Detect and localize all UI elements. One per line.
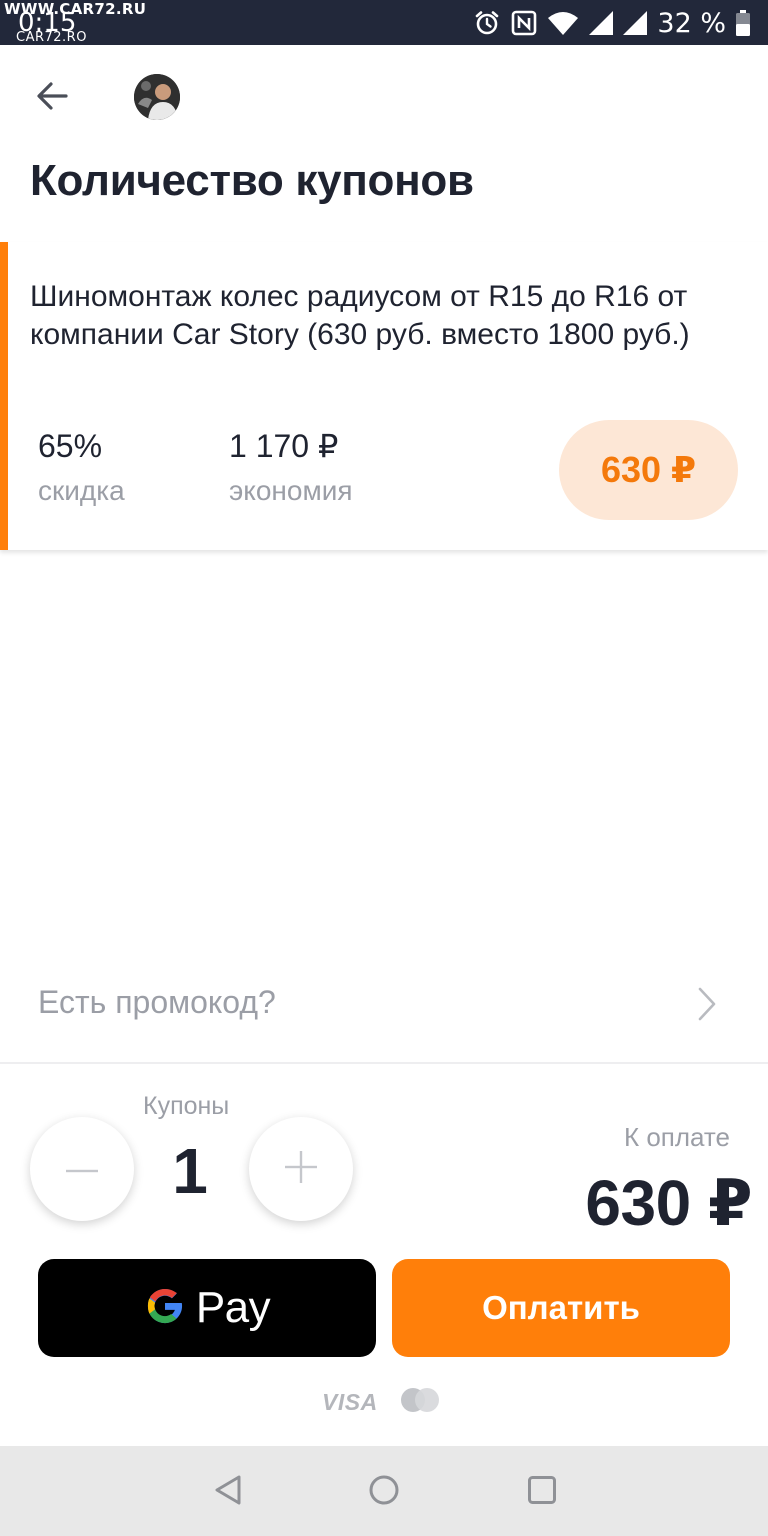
wifi-icon	[547, 10, 579, 36]
circle-home-icon	[368, 1474, 400, 1511]
increment-button[interactable]	[249, 1117, 353, 1221]
arrow-left-icon	[36, 81, 68, 115]
visa-logo: VISA	[322, 1388, 378, 1415]
google-g-icon	[144, 1285, 186, 1332]
nav-home-button[interactable]	[364, 1472, 404, 1512]
battery-percentage: 32 %	[657, 7, 726, 39]
divider	[0, 1062, 768, 1064]
nfc-icon	[511, 10, 537, 36]
back-button[interactable]	[30, 76, 74, 120]
promo-code-label: Есть промокод?	[38, 984, 276, 1020]
battery-icon	[736, 10, 750, 36]
watermark-text-secondary: CAR72.RO	[16, 30, 87, 45]
avatar[interactable]	[134, 74, 180, 120]
alarm-icon	[473, 9, 501, 37]
plus-icon	[285, 1150, 317, 1188]
total-amount: 630 ₽	[585, 1167, 752, 1239]
signal-icon	[623, 11, 648, 35]
minus-icon	[66, 1160, 98, 1178]
chevron-right-icon	[694, 986, 720, 1027]
nav-back-button[interactable]	[208, 1472, 248, 1512]
google-pay-label: Pay	[195, 1283, 271, 1332]
price-badge: 630 ₽	[559, 420, 738, 520]
discount-label: скидка	[38, 475, 125, 506]
discount-stat: 65% скидка	[38, 428, 125, 508]
coupon-card: Шиномонтаж колес радиусом от R15 до R16 …	[0, 242, 768, 550]
payment-logos: VISA	[322, 1386, 440, 1418]
google-pay-button[interactable]: Pay	[38, 1259, 376, 1357]
pay-button[interactable]: Оплатить	[392, 1259, 730, 1357]
quantity-value: 1	[172, 1135, 208, 1207]
savings-stat: 1 170 ₽ экономия	[229, 428, 353, 508]
mastercard-icon	[400, 1387, 440, 1418]
page-title: Количество купонов	[30, 156, 474, 205]
savings-value: 1 170 ₽	[229, 428, 339, 464]
coupons-label: Купоны	[143, 1092, 230, 1120]
savings-label: экономия	[229, 475, 353, 506]
coupon-description: Шиномонтаж колес радиусом от R15 до R16 …	[30, 280, 690, 351]
nav-recents-button[interactable]	[522, 1472, 562, 1512]
status-icons: 32 %	[473, 6, 750, 40]
decrement-button[interactable]	[30, 1117, 134, 1221]
discount-value: 65%	[38, 428, 103, 464]
square-recents-icon	[527, 1475, 557, 1510]
triangle-back-icon	[213, 1474, 243, 1511]
total-label: К оплате	[623, 1122, 730, 1152]
promo-code-row[interactable]: Есть промокод?	[0, 960, 768, 1050]
status-bar: WWW.CAR72.RU 0:15 CAR72.RO 32 %	[0, 0, 768, 45]
signal-icon	[589, 11, 614, 35]
accent-bar	[0, 242, 8, 550]
system-nav-bar	[0, 1446, 768, 1536]
